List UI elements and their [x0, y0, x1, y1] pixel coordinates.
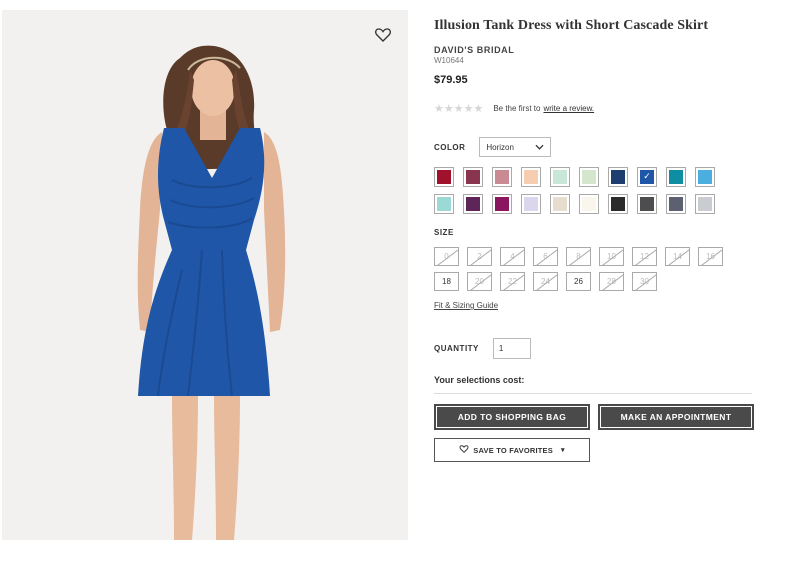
- action-buttons: ADD TO SHOPPING BAG MAKE AN APPOINTMENT: [434, 404, 764, 430]
- color-swatch-slate[interactable]: [666, 194, 686, 214]
- model-in-dress-illustration: [137, 45, 286, 540]
- color-swatch-peach[interactable]: [521, 167, 541, 187]
- swatch-fill: [698, 170, 712, 184]
- color-swatch-navy[interactable]: [608, 167, 628, 187]
- quantity-row: QUANTITY: [434, 338, 764, 359]
- size-label: SIZE: [434, 228, 454, 237]
- color-swatch-ivory[interactable]: [579, 194, 599, 214]
- color-select[interactable]: Horizon: [479, 137, 552, 157]
- size-option-8[interactable]: 8: [566, 247, 591, 266]
- color-swatch-charcoal[interactable]: [637, 194, 657, 214]
- rating-row: ★★★★★ Be the first to write a review.: [434, 102, 764, 115]
- color-swatch-black[interactable]: [608, 194, 628, 214]
- swatch-fill: [669, 170, 683, 184]
- size-option-4[interactable]: 4: [500, 247, 525, 266]
- size-option-6[interactable]: 6: [533, 247, 558, 266]
- fit-sizing-guide-link[interactable]: Fit & Sizing Guide: [434, 301, 764, 310]
- color-swatch-lavender[interactable]: [521, 194, 541, 214]
- size-option-24[interactable]: 24: [533, 272, 558, 291]
- swatch-fill: [698, 197, 712, 211]
- size-option-2[interactable]: 2: [467, 247, 492, 266]
- make-appointment-button[interactable]: MAKE AN APPOINTMENT: [598, 404, 754, 430]
- product-image: [2, 10, 408, 540]
- swatch-fill: [582, 197, 596, 211]
- color-swatch-plum[interactable]: [463, 194, 483, 214]
- size-option-22[interactable]: 22: [500, 272, 525, 291]
- color-swatches: [434, 167, 764, 214]
- color-row: COLOR Horizon: [434, 137, 764, 157]
- size-option-18[interactable]: 18: [434, 272, 459, 291]
- swatch-fill: [553, 197, 567, 211]
- color-swatch-red[interactable]: [434, 167, 454, 187]
- swatch-fill: [466, 197, 480, 211]
- write-review-link[interactable]: write a review.: [543, 104, 594, 113]
- color-swatch-magenta[interactable]: [492, 194, 512, 214]
- color-selected-value: Horizon: [486, 142, 514, 152]
- swatch-fill: [466, 170, 480, 184]
- color-swatch-silver[interactable]: [695, 194, 715, 214]
- swatch-fill: [611, 197, 625, 211]
- add-to-bag-button[interactable]: ADD TO SHOPPING BAG: [434, 404, 590, 430]
- size-option-26[interactable]: 26: [566, 272, 591, 291]
- selections-cost-label: Your selections cost:: [434, 375, 525, 385]
- product-title: Illusion Tank Dress with Short Cascade S…: [434, 18, 709, 33]
- swatch-fill: [437, 197, 451, 211]
- size-option-16[interactable]: 16: [698, 247, 723, 266]
- quantity-label: QUANTITY: [434, 344, 479, 353]
- size-option-0[interactable]: 0: [434, 247, 459, 266]
- brand-name: DAVID'S BRIDAL: [434, 45, 515, 55]
- color-swatch-champagne[interactable]: [550, 194, 570, 214]
- color-swatch-sage[interactable]: [579, 167, 599, 187]
- color-swatch-wine[interactable]: [463, 167, 483, 187]
- color-swatch-aqua[interactable]: [434, 194, 454, 214]
- color-swatch-mauve[interactable]: [492, 167, 512, 187]
- swatch-fill: [640, 197, 654, 211]
- swatch-fill: [669, 197, 683, 211]
- heart-icon[interactable]: [374, 26, 392, 44]
- size-option-28[interactable]: 28: [599, 272, 624, 291]
- size-option-30[interactable]: 30: [632, 272, 657, 291]
- swatch-fill: [582, 170, 596, 184]
- divider: [434, 393, 752, 394]
- rating-prefix: Be the first to: [493, 104, 541, 113]
- rating-stars: ★★★★★: [434, 103, 484, 115]
- color-swatch-teal[interactable]: [666, 167, 686, 187]
- size-options: 0 2 4 6 8 10 12 14 16 18 20 22 24 26 28 30: [434, 247, 764, 291]
- heart-icon: [459, 444, 473, 456]
- save-to-favorites-button[interactable]: SAVE TO FAVORITES ▾: [434, 438, 590, 462]
- swatch-fill: [553, 170, 567, 184]
- color-label: COLOR: [434, 142, 466, 152]
- product-price: $79.95: [434, 74, 468, 86]
- swatch-fill: [524, 170, 538, 184]
- color-swatch-horizon[interactable]: [637, 167, 657, 187]
- color-swatch-mint[interactable]: [550, 167, 570, 187]
- size-option-12[interactable]: 12: [632, 247, 657, 266]
- swatch-fill: [611, 170, 625, 184]
- chevron-down-icon: [535, 142, 544, 152]
- swatch-fill: [640, 170, 654, 184]
- swatch-fill: [437, 170, 451, 184]
- swatch-fill: [495, 170, 509, 184]
- size-option-14[interactable]: 14: [665, 247, 690, 266]
- size-option-10[interactable]: 10: [599, 247, 624, 266]
- swatch-fill: [524, 197, 538, 211]
- product-details: Illusion Tank Dress with Short Cascade S…: [434, 18, 764, 462]
- quantity-input[interactable]: [492, 338, 531, 359]
- product-sku: W10644: [434, 56, 464, 65]
- save-to-favorites-label: SAVE TO FAVORITES: [473, 445, 553, 455]
- size-option-20[interactable]: 20: [467, 272, 492, 291]
- caret-down-icon: ▾: [560, 447, 565, 454]
- swatch-fill: [495, 197, 509, 211]
- color-swatch-sky[interactable]: [695, 167, 715, 187]
